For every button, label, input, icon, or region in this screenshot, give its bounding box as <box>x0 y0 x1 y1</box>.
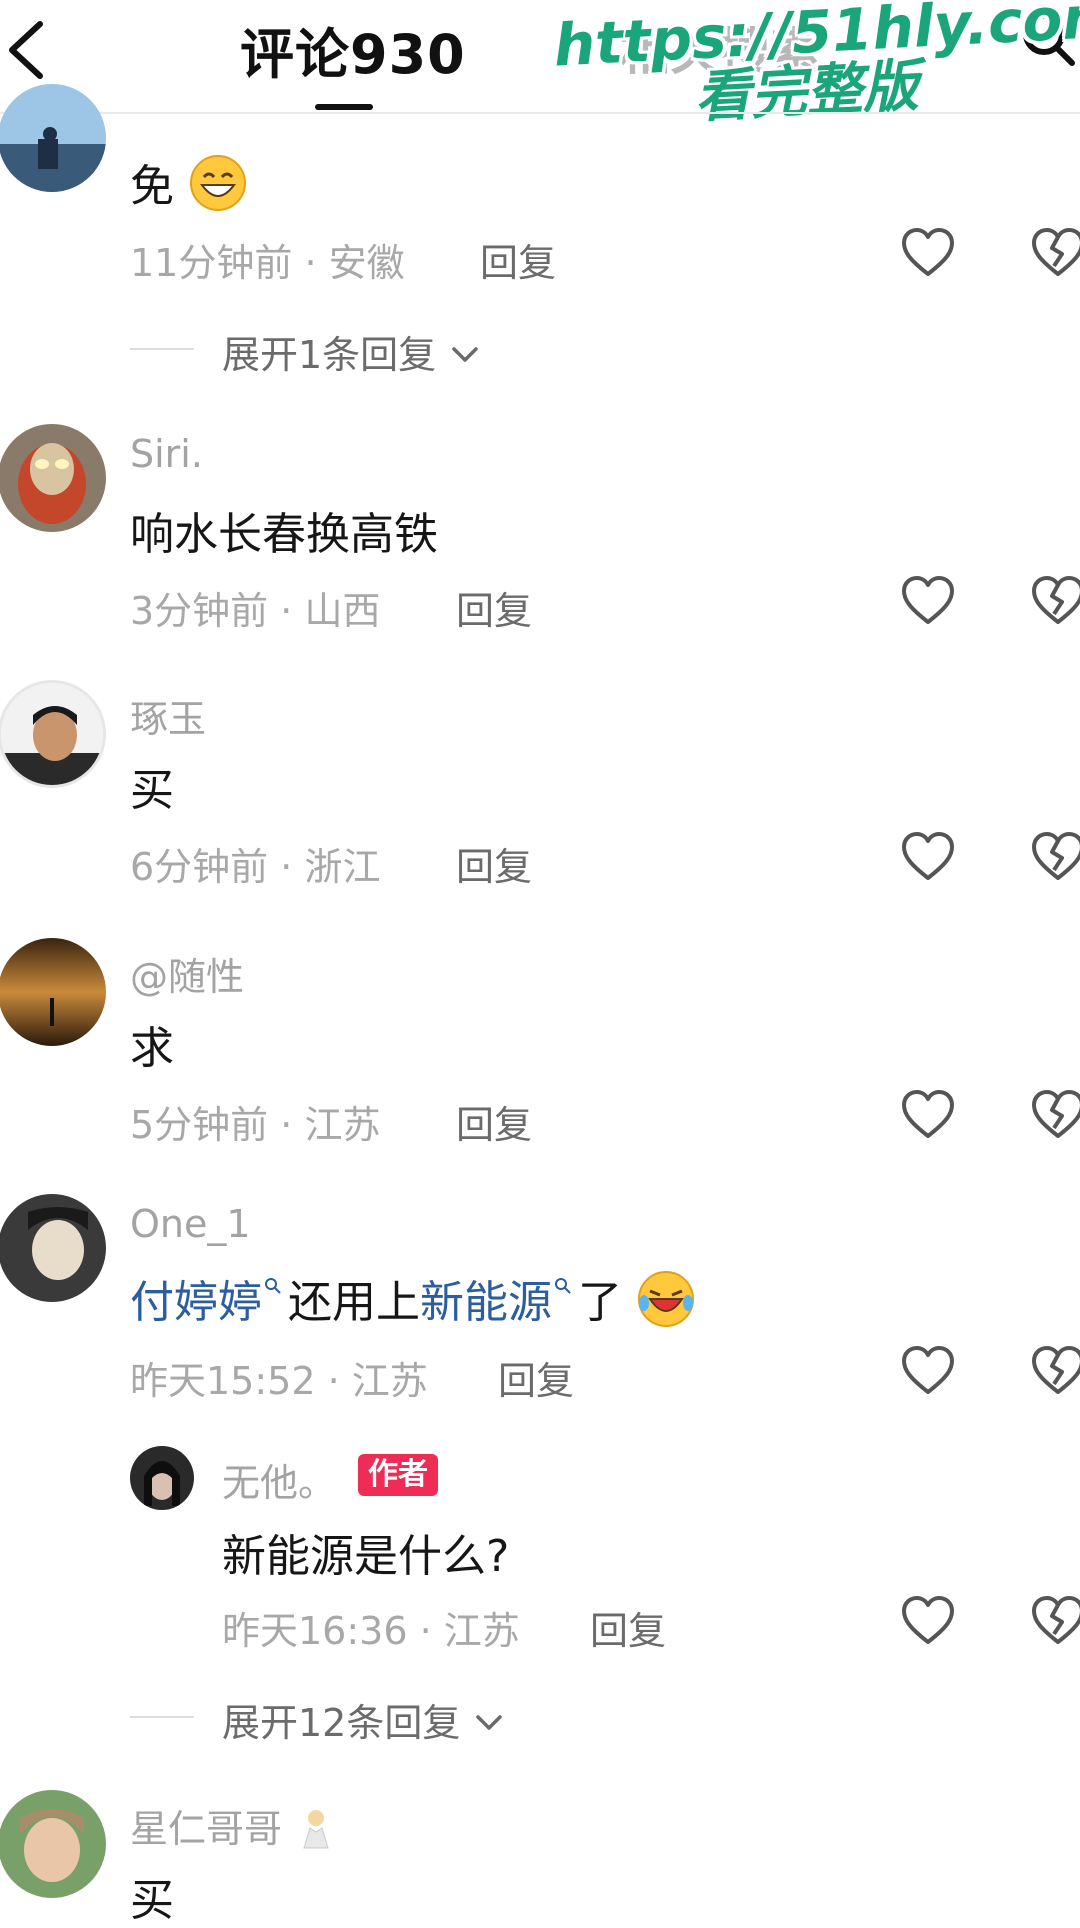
comment-region: 山西 <box>304 589 381 633</box>
heart-icon[interactable] <box>900 1594 956 1650</box>
reply-avatar[interactable] <box>130 1446 194 1510</box>
meta-separator: · <box>327 1359 352 1403</box>
comment-author[interactable]: Siri. <box>130 432 203 476</box>
meta-separator: · <box>280 845 305 889</box>
search-hint-icon <box>555 1278 571 1294</box>
heart-icon[interactable] <box>900 574 956 630</box>
avatar[interactable] <box>0 424 106 532</box>
broken-heart-icon[interactable] <box>1030 830 1080 886</box>
meta-separator: · <box>419 1609 444 1653</box>
praying-emoji-icon <box>303 1810 329 1849</box>
header-divider <box>0 112 1080 114</box>
comment-author[interactable]: @随性 <box>130 946 244 1001</box>
expand-replies-button[interactable]: 展开1条回复 <box>222 324 482 379</box>
laughing-crying-emoji-icon <box>638 1271 694 1327</box>
reply-time: 昨天16:36 <box>222 1609 408 1653</box>
comment-text-end: 了 <box>578 1277 622 1328</box>
meta-separator: · <box>280 589 305 633</box>
comment-region: 江苏 <box>351 1359 428 1403</box>
comment-region: 江苏 <box>304 1103 381 1147</box>
comment-time: 11分钟前 <box>130 241 293 285</box>
chevron-down-icon <box>452 347 479 362</box>
broken-heart-icon[interactable] <box>1030 1344 1080 1400</box>
comment-author[interactable]: 星仁哥哥 <box>130 1807 282 1851</box>
avatar[interactable] <box>0 1194 106 1302</box>
search-hint-icon <box>265 1278 281 1294</box>
grinning-emoji-icon <box>190 155 246 211</box>
avatar[interactable] <box>0 680 106 788</box>
mention-link[interactable]: 付婷婷 <box>130 1277 262 1328</box>
heart-icon[interactable] <box>900 830 956 886</box>
comment-time: 昨天15:52 <box>130 1359 316 1403</box>
author-badge: 作者 <box>358 1454 438 1496</box>
heart-icon[interactable] <box>900 1088 956 1144</box>
comment-text: 买 <box>130 1875 174 1926</box>
avatar[interactable] <box>0 1790 106 1898</box>
reply-button[interactable]: 回复 <box>456 1094 532 1149</box>
comment-region: 浙江 <box>304 845 381 889</box>
active-tab-indicator <box>315 104 373 110</box>
expand-divider <box>130 1716 194 1718</box>
comment-region: 安徽 <box>328 241 405 285</box>
expand-divider <box>130 348 194 350</box>
comment-text: 买 <box>130 765 174 816</box>
heart-icon[interactable] <box>900 226 956 282</box>
comment-text: 响水长春换高铁 <box>130 509 438 560</box>
comment-text: 求 <box>130 1023 174 1074</box>
reply-region: 江苏 <box>443 1609 520 1653</box>
tab-comments[interactable]: 评论930 <box>240 10 466 89</box>
reply-button[interactable]: 回复 <box>456 580 532 635</box>
reply-author[interactable]: 无他。 <box>222 1452 336 1507</box>
chevron-down-icon <box>476 1715 503 1730</box>
comment-author[interactable]: 琢玉 <box>130 688 206 743</box>
broken-heart-icon[interactable] <box>1030 226 1080 282</box>
comment-time: 5分钟前 <box>130 1103 269 1147</box>
meta-separator: · <box>280 1103 305 1147</box>
reply-text: 新能源是什么? <box>222 1531 510 1582</box>
keyword-link[interactable]: 新能源 <box>420 1277 552 1328</box>
reply-button[interactable]: 回复 <box>498 1350 574 1405</box>
avatar[interactable] <box>0 84 106 192</box>
broken-heart-icon[interactable] <box>1030 574 1080 630</box>
reply-button[interactable]: 回复 <box>480 232 556 287</box>
heart-icon[interactable] <box>900 1344 956 1400</box>
comment-text: 免 <box>130 161 174 212</box>
broken-heart-icon[interactable] <box>1030 1594 1080 1650</box>
comment-time: 6分钟前 <box>130 845 269 889</box>
broken-heart-icon[interactable] <box>1030 1088 1080 1144</box>
reply-button[interactable]: 回复 <box>590 1600 666 1655</box>
meta-separator: · <box>304 241 329 285</box>
comment-time: 3分钟前 <box>130 589 269 633</box>
comment-text: 还用上 <box>288 1277 420 1328</box>
watermark-overlay: https://51hly.com 看完整版 <box>552 0 1080 135</box>
avatar[interactable] <box>0 938 106 1046</box>
expand-replies-button[interactable]: 展开12条回复 <box>222 1692 506 1747</box>
comment-author[interactable]: One_1 <box>130 1202 251 1246</box>
comments-header: 评论930 相关搜索 https://51hly.com 看完整版 <box>0 0 1080 130</box>
reply-button[interactable]: 回复 <box>456 836 532 891</box>
back-arrow-icon[interactable] <box>0 10 60 90</box>
